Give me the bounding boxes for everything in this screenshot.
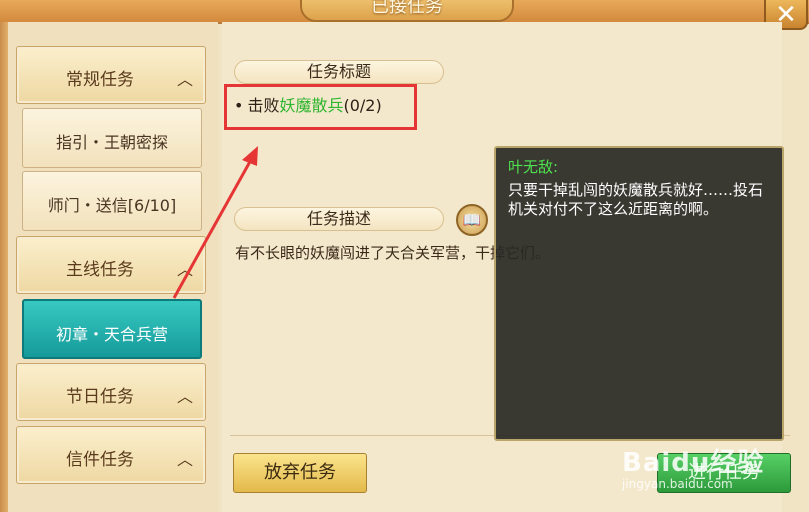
chevron-up-icon: ︿ <box>176 450 193 469</box>
baidu-watermark: Baidu经验 jingyan.baidu.com <box>622 442 772 492</box>
window-title: 已接任务 <box>300 0 514 22</box>
abandon-task-button[interactable]: 放弃任务 <box>233 453 367 493</box>
watermark-url: jingyan.baidu.com <box>622 477 733 491</box>
subitem-label: 初章・天合兵营 <box>55 325 168 344</box>
subitem-guide[interactable]: 指引・王朝密探 <box>22 108 202 168</box>
watermark-logo: Baidu经验 <box>622 448 765 478</box>
subitem-label: 指引・王朝密探 <box>55 133 168 152</box>
category-main[interactable]: 主线任务 ︿ <box>16 236 206 294</box>
dialog-text: 只要干掉乱闯的妖魔散兵就好……投石机关对付不了这么近距离的啊。 <box>508 181 764 218</box>
category-festival[interactable]: 节日任务 ︿ <box>16 363 206 421</box>
book-icon[interactable]: 📖 <box>456 204 488 236</box>
chevron-up-icon: ︿ <box>176 70 193 89</box>
task-desc-header: 任务描述 <box>234 207 444 231</box>
chevron-up-icon: ︿ <box>176 260 193 279</box>
category-regular[interactable]: 常规任务 ︿ <box>16 46 206 104</box>
category-letter[interactable]: 信件任务 ︿ <box>16 426 206 484</box>
task-title-header: 任务标题 <box>234 60 444 84</box>
npc-dialog: 叶无敌: 只要干掉乱闯的妖魔散兵就好……投石机关对付不了这么近距离的啊。 <box>494 146 784 441</box>
chevron-up-icon: ︿ <box>176 387 193 406</box>
subitem-label: 师门・送信[6/10] <box>47 196 177 215</box>
highlight-annotation-box <box>224 84 417 130</box>
subitem-sect-letter[interactable]: 师门・送信[6/10] <box>22 171 202 231</box>
dialog-speaker: 叶无敌: <box>508 158 559 176</box>
subitem-chapter-camp[interactable]: 初章・天合兵营 <box>22 299 202 359</box>
left-frame <box>0 22 8 512</box>
